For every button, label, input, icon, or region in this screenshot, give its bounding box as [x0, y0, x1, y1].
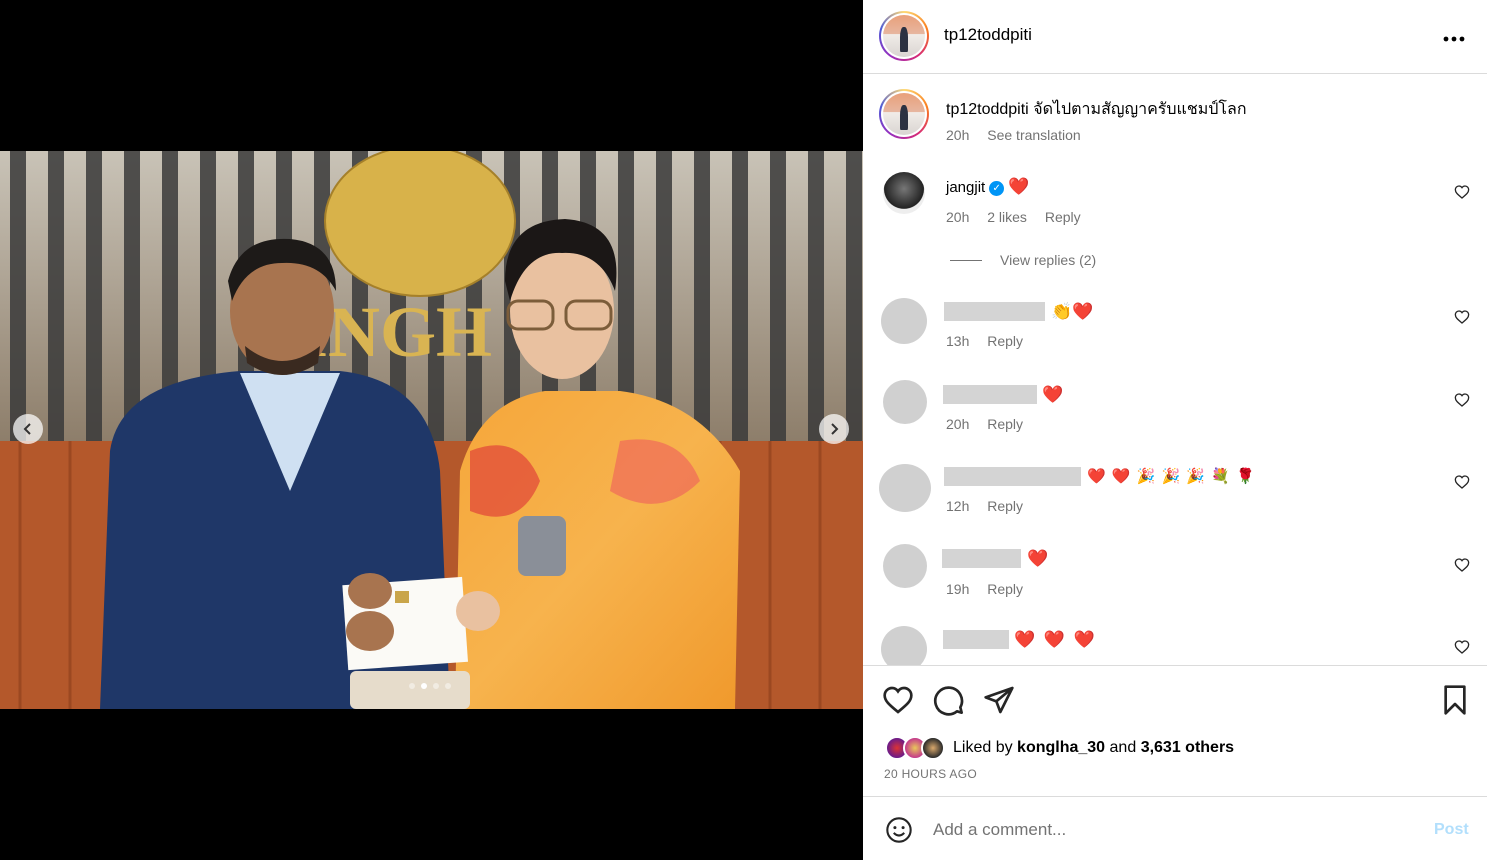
- comment-text: 👏❤️: [1051, 302, 1094, 321]
- liker-avatars[interactable]: [885, 736, 947, 760]
- comment-meta: 13h Reply: [946, 333, 1037, 349]
- author-username[interactable]: tp12toddpiti: [944, 25, 1032, 45]
- comments-list[interactable]: tp12toddpiti จัดไปตามสัญญาครับแชมป์โลก 2…: [863, 74, 1487, 665]
- liked-by-user[interactable]: konglha_30: [1017, 739, 1105, 756]
- post-timestamp[interactable]: 20 HOURS AGO: [884, 767, 977, 781]
- carousel-dot-active: [421, 683, 427, 689]
- next-slide-button[interactable]: [819, 414, 849, 444]
- comment-meta: 20h Reply: [946, 416, 1037, 432]
- comment-avatar[interactable]: [883, 172, 925, 214]
- carousel-dot: [409, 683, 415, 689]
- post-header: tp12toddpiti: [863, 0, 1487, 74]
- view-replies-label: View replies (2): [1000, 252, 1097, 268]
- comment-like-heart-icon[interactable]: [1454, 557, 1470, 573]
- comment-like-heart-icon[interactable]: [1454, 392, 1470, 408]
- caption-time: 20h: [946, 127, 970, 143]
- comment-avatar[interactable]: [883, 544, 927, 588]
- carousel-indicator: [409, 683, 451, 689]
- comment-composer: Post: [863, 796, 1487, 860]
- reply-button[interactable]: Reply: [987, 333, 1023, 349]
- comment-text: ❤️ ❤️ 🎉 🎉 🎉 💐 🌹: [1087, 468, 1256, 485]
- post-actions: Liked by konglha_30 and 3,631 others 20 …: [863, 665, 1487, 796]
- chevron-right-icon: [831, 423, 839, 435]
- comment-avatar[interactable]: [879, 464, 931, 512]
- post-photo[interactable]: INGH: [0, 151, 863, 709]
- comment-like-heart-icon[interactable]: [1454, 474, 1470, 490]
- reply-button[interactable]: Reply: [1045, 209, 1081, 225]
- like-heart-icon[interactable]: [882, 684, 914, 716]
- comment-bubble-icon[interactable]: [933, 684, 965, 716]
- reply-button[interactable]: Reply: [987, 581, 1023, 597]
- photo-illustration: INGH: [0, 151, 863, 709]
- comment-time: 19h: [946, 581, 970, 597]
- view-replies-button[interactable]: View replies (2): [950, 252, 1096, 268]
- comment-meta: 12h Reply: [946, 498, 1037, 514]
- comment-text: ❤️: [1008, 177, 1030, 196]
- emoji-smile-icon[interactable]: [885, 816, 913, 844]
- comment-username[interactable]: jangjit: [946, 179, 985, 196]
- liked-by-others[interactable]: 3,631 others: [1141, 739, 1234, 756]
- comment-like-heart-icon[interactable]: [1454, 639, 1470, 655]
- see-translation-link[interactable]: See translation: [987, 127, 1080, 143]
- liked-by-prefix: Liked by: [953, 739, 1013, 756]
- comment-text: ❤️: [1027, 549, 1049, 568]
- comment-time: 12h: [946, 498, 970, 514]
- more-options-button[interactable]: [1443, 26, 1465, 46]
- comment-username-redacted[interactable]: [943, 630, 1009, 649]
- post-side-panel: tp12toddpiti tp12toddpiti จัดไปตามสัญญาค…: [863, 0, 1487, 860]
- add-comment-input[interactable]: [933, 814, 1413, 846]
- comment-time: 13h: [946, 333, 970, 349]
- liker-avatar: [921, 736, 945, 760]
- caption-avatar[interactable]: [879, 89, 929, 139]
- comment-username-redacted[interactable]: [942, 549, 1021, 568]
- comment-username-redacted[interactable]: [944, 467, 1081, 486]
- comment-text: ❤️: [1042, 385, 1064, 404]
- reply-thread-line: [950, 259, 982, 261]
- media-pane: INGH: [0, 0, 863, 860]
- comment-meta: 19h Reply: [946, 581, 1037, 597]
- caption-text: จัดไปตามสัญญาครับแชมป์โลก: [1033, 101, 1247, 118]
- comment-avatar[interactable]: [883, 380, 927, 424]
- carousel-dot: [445, 683, 451, 689]
- comment-like-heart-icon[interactable]: [1454, 184, 1470, 200]
- carousel-dot: [433, 683, 439, 689]
- liked-by-and: and: [1109, 739, 1137, 756]
- comment-avatar[interactable]: [881, 298, 927, 344]
- instagram-post-viewer: INGH tp12toddpiti tp12toddpiti จัดไปตามส…: [0, 0, 1487, 860]
- comment-avatar[interactable]: [881, 626, 927, 665]
- comment: jangjit ✓ ❤️: [946, 177, 1030, 197]
- comment-like-heart-icon[interactable]: [1454, 309, 1470, 325]
- caption-meta: 20h See translation: [946, 127, 1095, 143]
- share-send-icon[interactable]: [983, 684, 1015, 716]
- comment-time: 20h: [946, 416, 970, 432]
- comment-text: ❤️ ❤️ ❤️: [1014, 630, 1097, 649]
- author-avatar[interactable]: [879, 11, 929, 61]
- comment-likes-link[interactable]: 2 likes: [987, 209, 1027, 225]
- comment-meta: 20h 2 likes Reply: [946, 209, 1095, 225]
- chevron-left-icon: [23, 423, 31, 435]
- liked-by-summary: Liked by konglha_30 and 3,631 others: [953, 739, 1234, 757]
- previous-slide-button[interactable]: [13, 414, 43, 444]
- post-comment-button[interactable]: Post: [1434, 821, 1469, 839]
- reply-button[interactable]: Reply: [987, 498, 1023, 514]
- caption: tp12toddpiti จัดไปตามสัญญาครับแชมป์โลก: [946, 97, 1247, 122]
- caption-username[interactable]: tp12toddpiti: [946, 101, 1029, 118]
- verified-badge-icon: ✓: [989, 181, 1005, 196]
- bookmark-icon[interactable]: [1439, 684, 1471, 716]
- more-horizontal-icon: [1443, 36, 1465, 42]
- comment-time: 20h: [946, 209, 970, 225]
- reply-button[interactable]: Reply: [987, 416, 1023, 432]
- comment-username-redacted[interactable]: [944, 302, 1045, 321]
- comment-username-redacted[interactable]: [943, 385, 1037, 404]
